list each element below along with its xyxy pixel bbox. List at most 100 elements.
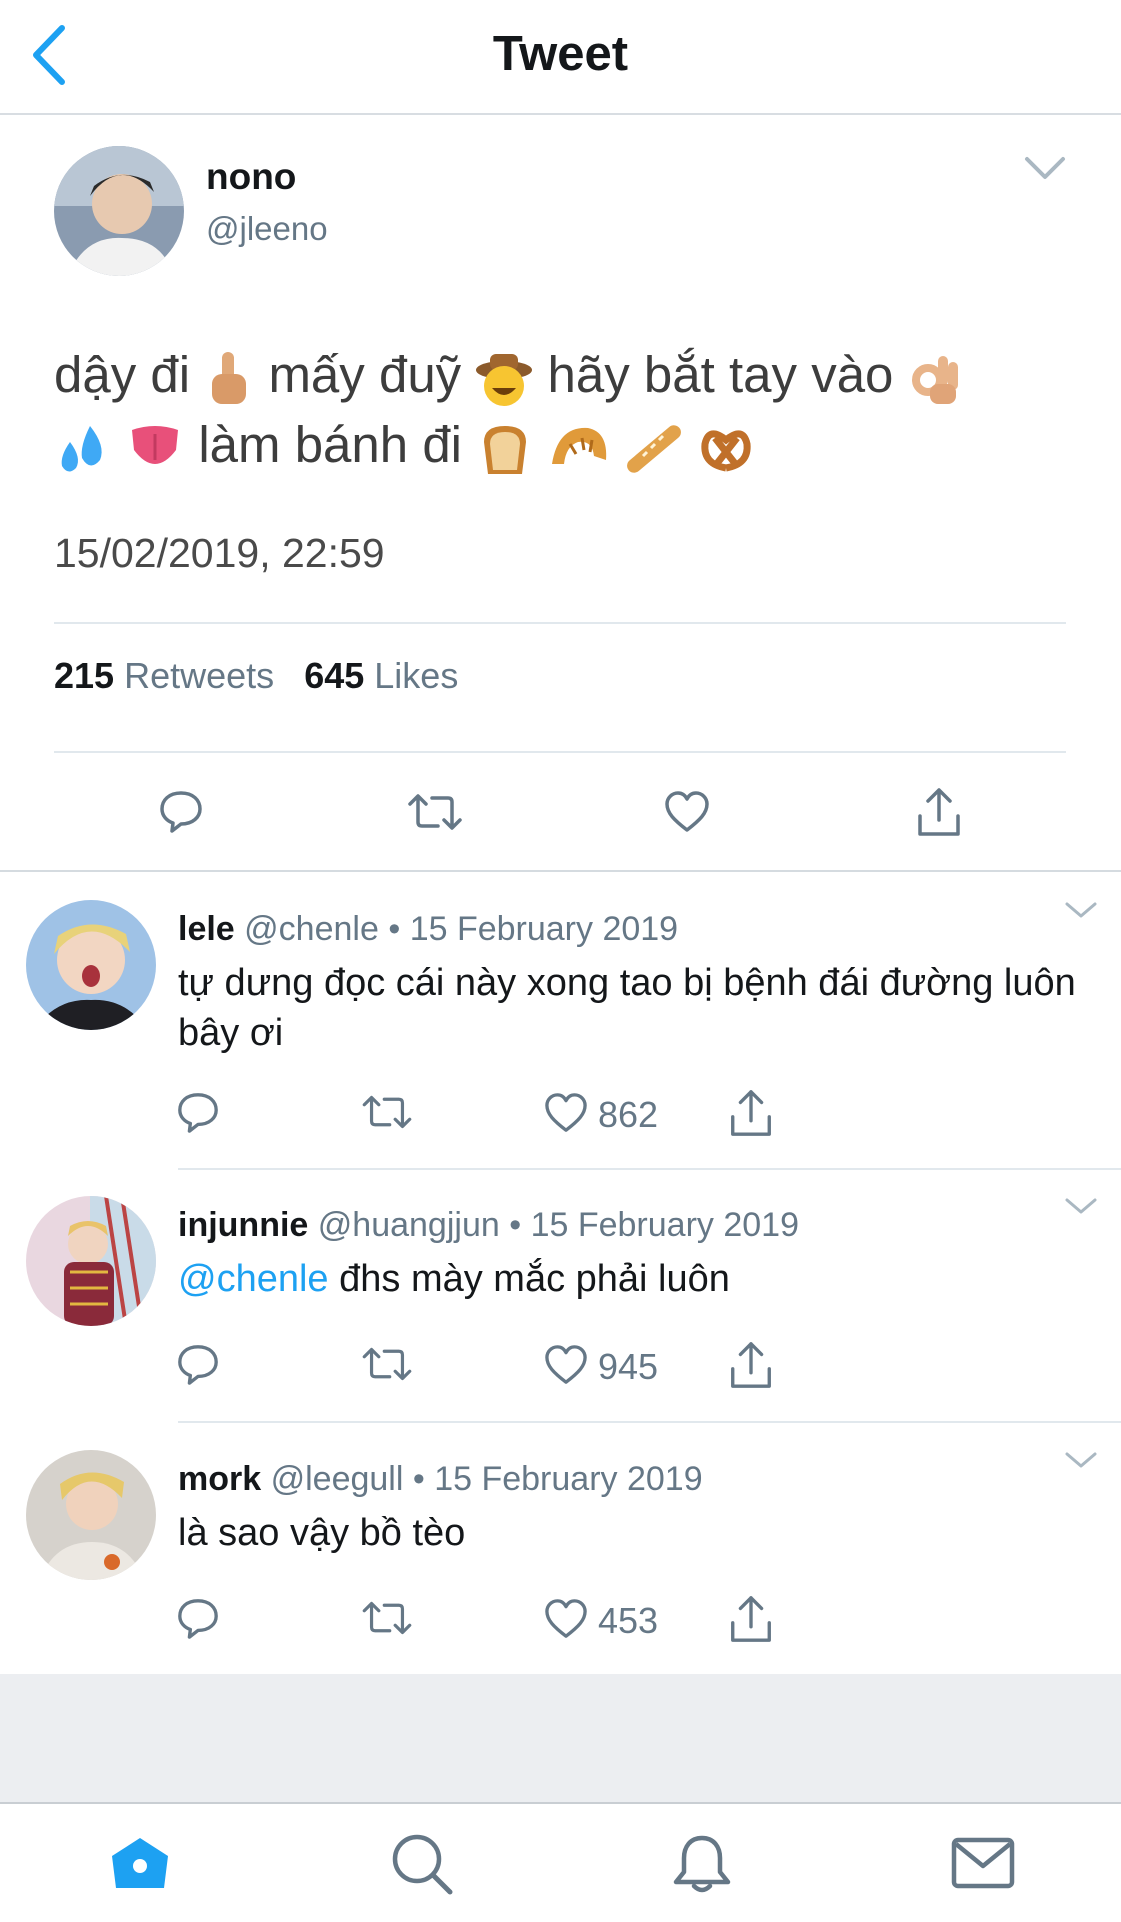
share-button[interactable] [728, 1340, 774, 1390]
cowboy-emoji-icon [476, 353, 533, 406]
reply-date: • 15 February 2019 [509, 1206, 799, 1244]
reply-header: lele @chenle • 15 February 2019 [178, 910, 678, 949]
reply-options-button[interactable] [1064, 900, 1098, 920]
reply-icon [178, 1599, 218, 1639]
reply-text: là sao vậy bồ tèo [178, 1512, 466, 1554]
like-stat[interactable]: 645 Likes [304, 655, 458, 696]
search-icon [392, 1834, 453, 1895]
reply-text-body: đhs mày mắc phải luôn [339, 1258, 730, 1300]
share-icon [731, 1342, 771, 1388]
reply-author-name[interactable]: injunnie [178, 1206, 308, 1244]
bottom-tab-bar [0, 1802, 1121, 1922]
like-button[interactable] [544, 1092, 588, 1134]
reply-icon [178, 1345, 218, 1385]
share-icon [918, 788, 960, 836]
pretzel-emoji-icon [701, 430, 751, 471]
reply-button[interactable] [176, 1090, 220, 1134]
chevron-down-icon [1065, 1198, 1097, 1214]
tweet-text-segment: làm bánh đi [198, 416, 463, 473]
retweet-icon [362, 1347, 412, 1381]
top-nav-bar: Tweet [0, 0, 1121, 115]
tweet-text-segment: dậy đi [54, 346, 191, 403]
ok-hand-emoji-icon [911, 355, 958, 404]
retweet-button[interactable] [362, 1092, 412, 1132]
author-name[interactable]: nono [206, 156, 296, 198]
reply-author-handle[interactable]: @huangjjun [318, 1206, 500, 1244]
like-button[interactable] [544, 1344, 588, 1386]
reply-header: mork @leegull • 15 February 2019 [178, 1460, 703, 1499]
reply-author-name[interactable]: lele [178, 910, 235, 948]
page-title: Tweet [492, 27, 629, 81]
reply-button[interactable] [176, 1342, 220, 1386]
retweet-button[interactable] [362, 1598, 412, 1638]
like-count: 862 [598, 1094, 659, 1135]
heart-icon [545, 1093, 587, 1132]
empty-area [0, 1674, 1121, 1802]
divider [178, 1168, 1121, 1170]
mail-icon [951, 1837, 1015, 1889]
reply-author-handle[interactable]: @chenle [244, 910, 379, 948]
reply-icon [178, 1093, 218, 1133]
reply-author-name[interactable]: mork [178, 1460, 261, 1498]
like-count: 945 [598, 1346, 659, 1387]
avatar[interactable] [26, 1450, 156, 1580]
avatar[interactable] [54, 146, 184, 276]
tweet-options-button[interactable] [1024, 155, 1066, 181]
like-button[interactable] [664, 790, 710, 836]
heart-icon [545, 1345, 587, 1384]
reply-date: • 15 February 2019 [388, 910, 679, 948]
tweet-text-segment: mấy đuỹ [268, 346, 462, 403]
bread-emoji-icon [484, 425, 527, 474]
reply-date: • 15 February 2019 [412, 1460, 703, 1498]
reply-text: @chenle đhs mày mắc phải luôn [178, 1254, 1118, 1304]
share-icon [731, 1090, 771, 1136]
share-button[interactable] [728, 1088, 774, 1138]
author-handle[interactable]: @jleeno [206, 210, 328, 248]
reply-button[interactable] [158, 788, 204, 834]
like-button[interactable] [544, 1598, 588, 1640]
tweet-text-segment: hãy bắt tay vào [547, 346, 894, 403]
tweet-timestamp: 15/02/2019, 22:59 [54, 530, 385, 576]
reply-icon [160, 791, 202, 833]
tweet-text: dậy đi mấy đuỹ hãy bắt tay vào làm bánh … [54, 340, 1064, 480]
tab-notifications[interactable] [670, 1832, 734, 1896]
bell-icon [673, 1835, 731, 1893]
croissant-emoji-icon [552, 427, 607, 464]
retweet-icon [408, 794, 462, 830]
avatar[interactable] [26, 1196, 156, 1326]
tab-messages[interactable] [950, 1836, 1016, 1890]
like-count: 453 [598, 1600, 659, 1641]
tongue-emoji-icon [132, 425, 179, 464]
mention-link[interactable]: @chenle [178, 1258, 329, 1300]
divider [54, 751, 1066, 753]
avatar[interactable] [26, 900, 156, 1030]
retweet-button[interactable] [362, 1344, 412, 1384]
chevron-down-icon [1025, 157, 1065, 179]
divider [0, 870, 1121, 872]
reply-options-button[interactable] [1064, 1450, 1098, 1470]
tab-search[interactable] [390, 1832, 454, 1896]
share-icon [731, 1596, 771, 1642]
pointing-finger-emoji-icon [212, 351, 247, 404]
tab-home[interactable] [108, 1834, 172, 1898]
retweet-icon [362, 1601, 412, 1635]
chevron-down-icon [1065, 1452, 1097, 1468]
reply-button[interactable] [176, 1596, 220, 1640]
retweet-icon [362, 1095, 412, 1129]
chevron-down-icon [1065, 902, 1097, 918]
reply-text: tự dưng đọc cái này xong tao bị bệnh đái… [178, 962, 1076, 1054]
heart-icon [545, 1599, 587, 1638]
home-icon [112, 1838, 168, 1888]
baguette-emoji-icon [626, 424, 681, 473]
share-button[interactable] [916, 786, 962, 838]
reply-header: injunnie @huangjjun • 15 February 2019 [178, 1206, 799, 1245]
share-button[interactable] [728, 1594, 774, 1644]
retweet-stat[interactable]: 215 Retweets [54, 655, 274, 696]
reply-author-handle[interactable]: @leegull [271, 1460, 404, 1498]
divider [178, 1421, 1121, 1423]
reply-options-button[interactable] [1064, 1196, 1098, 1216]
sweat-droplets-emoji-icon [61, 425, 102, 472]
heart-icon [665, 791, 709, 832]
retweet-button[interactable] [408, 790, 462, 836]
tweet-stats: 215 Retweets 645 Likes [54, 655, 458, 697]
